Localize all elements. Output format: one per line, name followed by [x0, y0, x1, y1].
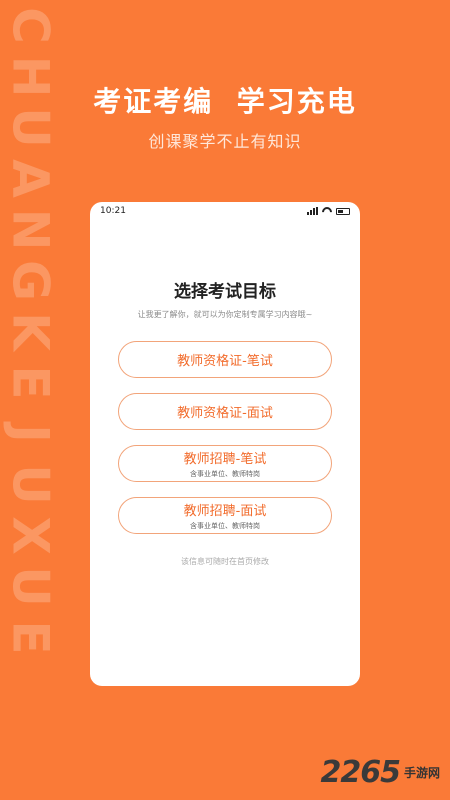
exam-options: 教师资格证-笔试 教师资格证-面试 教师招聘-笔试 含事业单位、教师特岗 教师招… — [90, 341, 360, 534]
card-title: 选择考试目标 — [174, 282, 276, 302]
side-brand-letter: E — [1, 620, 60, 655]
side-brand-letter: E — [1, 365, 60, 400]
option-label: 教师招聘-笔试 — [183, 452, 267, 467]
side-brand-letter: U — [1, 464, 60, 505]
wifi-icon — [322, 207, 332, 215]
side-brand-letter: C — [1, 7, 60, 44]
side-brand-letter: G — [1, 259, 60, 302]
side-brand-letter: N — [1, 208, 60, 251]
watermark-number: 2265 — [320, 755, 400, 790]
option-label: 教师资格证-面试 — [177, 406, 273, 421]
page-headline: 考证考编 学习充电 — [93, 85, 357, 118]
side-brand-letter: A — [1, 159, 60, 198]
battery-icon — [336, 207, 350, 215]
option-teacher-cert-written[interactable]: 教师资格证-笔试 — [118, 341, 332, 378]
card-description: 让我更了解你，就可以为你定制专属学习内容哦~ — [137, 310, 313, 319]
side-brand-letter: J — [1, 424, 60, 443]
watermark-logo: 2265 手游网 — [320, 755, 440, 790]
footnote: 该信息可随时在首页修改 — [181, 557, 269, 566]
option-teacher-recruit-interview[interactable]: 教师招聘-面试 含事业单位、教师特岗 — [118, 497, 332, 534]
side-brand-letter: U — [1, 566, 60, 607]
option-label: 教师招聘-面试 — [183, 504, 267, 519]
option-teacher-cert-interview[interactable]: 教师资格证-面试 — [118, 393, 332, 430]
option-sublabel: 含事业单位、教师特岗 — [190, 470, 260, 478]
signal-icon — [307, 207, 318, 215]
side-brand-letter: X — [1, 516, 60, 555]
side-brand-text: CHUANGKEJUXUE — [1, 0, 60, 800]
option-teacher-recruit-written[interactable]: 教师招聘-笔试 含事业单位、教师特岗 — [118, 445, 332, 482]
page-subline: 创课聚学不止有知识 — [148, 132, 302, 151]
status-icons — [307, 207, 350, 215]
option-sublabel: 含事业单位、教师特岗 — [190, 522, 260, 530]
side-brand-letter: K — [1, 312, 60, 351]
watermark-text: 手游网 — [403, 766, 440, 780]
phone-card: 10:21 选择考试目标 让我更了解你，就可以为你定制专属学习内容哦~ 教师资格… — [90, 202, 360, 686]
status-time: 10:21 — [100, 206, 126, 216]
status-bar: 10:21 — [90, 202, 360, 220]
option-label: 教师资格证-笔试 — [177, 354, 273, 369]
